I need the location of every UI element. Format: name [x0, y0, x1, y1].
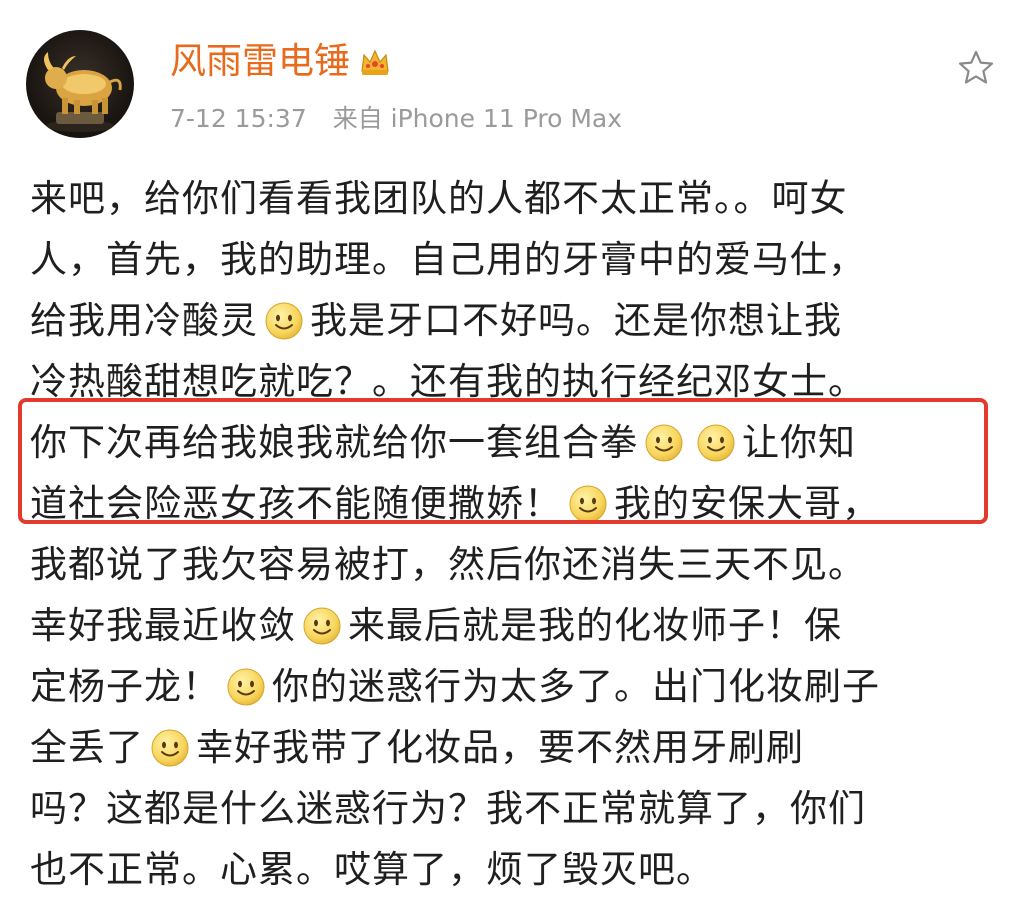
- smile-emoji-icon: [644, 423, 684, 463]
- post-line: 吗？这都是什么迷惑行为？我不正常就算了，你们: [30, 778, 990, 839]
- username[interactable]: 风雨雷电锤: [170, 38, 392, 86]
- smile-emoji-icon: [696, 423, 736, 463]
- post-text-segment: 让你知: [742, 421, 856, 464]
- post-line: 来吧，给你们看看我团队的人都不太正常。。呵女: [30, 168, 990, 229]
- post-text-segment: 吗？这都是什么迷惑行为？我不正常就算了，你们: [30, 787, 866, 830]
- post-text-segment: 我是牙口不好吗。还是你想让我: [310, 299, 842, 342]
- post-line: 给我用冷酸灵 我是牙口不好吗。还是你想让我: [30, 290, 990, 351]
- post-text-segment: 冷热酸甜想吃就吃？。还有我的执行经纪邓女士。: [30, 360, 866, 403]
- post-meta: 7-12 15:37 来自 iPhone 11 Pro Max: [170, 102, 622, 136]
- source-device: 来自 iPhone 11 Pro Max: [332, 104, 623, 133]
- post-text-segment: 来吧，给你们看看我团队的人都不太正常。。呵女: [30, 177, 848, 220]
- crown-icon: [358, 45, 392, 79]
- post-text-segment: 幸好我带了化妆品，要不然用牙刷刷: [196, 726, 804, 769]
- post-text-segment: 幸好我最近收敛: [30, 604, 296, 647]
- post-text-segment: 你的迷惑行为太多了。出门化妆刷子: [272, 665, 880, 708]
- smile-emoji-icon: [150, 728, 190, 768]
- post-text-segment: 来最后就是我的化妆师子！保: [348, 604, 842, 647]
- post-line: 我都说了我欠容易被打，然后你还消失三天不见。: [30, 534, 990, 595]
- post-line: 也不正常。心累。哎算了，烦了毁灭吧。: [30, 839, 990, 900]
- post-line: 你下次再给我娘我就给你一套组合拳 让你知: [30, 412, 990, 473]
- post-line: 人，首先，我的助理。自己用的牙膏中的爱马仕，: [30, 229, 990, 290]
- post-line: 冷热酸甜想吃就吃？。还有我的执行经纪邓女士。: [30, 351, 990, 412]
- post-line: 全丢了 幸好我带了化妆品，要不然用牙刷刷: [30, 717, 990, 778]
- smile-emoji-icon: [302, 606, 342, 646]
- post-text-segment: 我的安保大哥，: [614, 482, 880, 525]
- smile-emoji-icon: [264, 301, 304, 341]
- smile-emoji-icon: [568, 484, 608, 524]
- avatar[interactable]: [26, 30, 134, 138]
- post-text-segment: 也不正常。心累。哎算了，烦了毁灭吧。: [30, 848, 714, 891]
- smile-emoji-icon: [226, 667, 266, 707]
- post-line: 定杨子龙！ 你的迷惑行为太多了。出门化妆刷子: [30, 656, 990, 717]
- post-text-segment: 定杨子龙！: [30, 665, 220, 708]
- post-text-segment: 你下次再给我娘我就给你一套组合拳: [30, 421, 638, 464]
- post-text-segment: 人，首先，我的助理。自己用的牙膏中的爱马仕，: [30, 238, 866, 281]
- post-text-segment: 全丢了: [30, 726, 144, 769]
- post-text-segment: 我都说了我欠容易被打，然后你还消失三天不见。: [30, 543, 866, 586]
- post-line: 幸好我最近收敛 来最后就是我的化妆师子！保: [30, 595, 990, 656]
- post-text-segment: 道社会险恶女孩不能随便撒娇！: [30, 482, 562, 525]
- star-icon[interactable]: [956, 48, 996, 88]
- post-body: 来吧，给你们看看我团队的人都不太正常。。呵女 人，首先，我的助理。自己用的牙膏中的…: [30, 168, 990, 900]
- golden-bull-avatar-icon: [44, 52, 122, 132]
- post-text-segment: 给我用冷酸灵: [30, 299, 258, 342]
- username-text[interactable]: 风雨雷电锤: [170, 38, 350, 86]
- timestamp: 7-12 15:37: [170, 104, 307, 133]
- post-line: 道社会险恶女孩不能随便撒娇！ 我的安保大哥，: [30, 473, 990, 534]
